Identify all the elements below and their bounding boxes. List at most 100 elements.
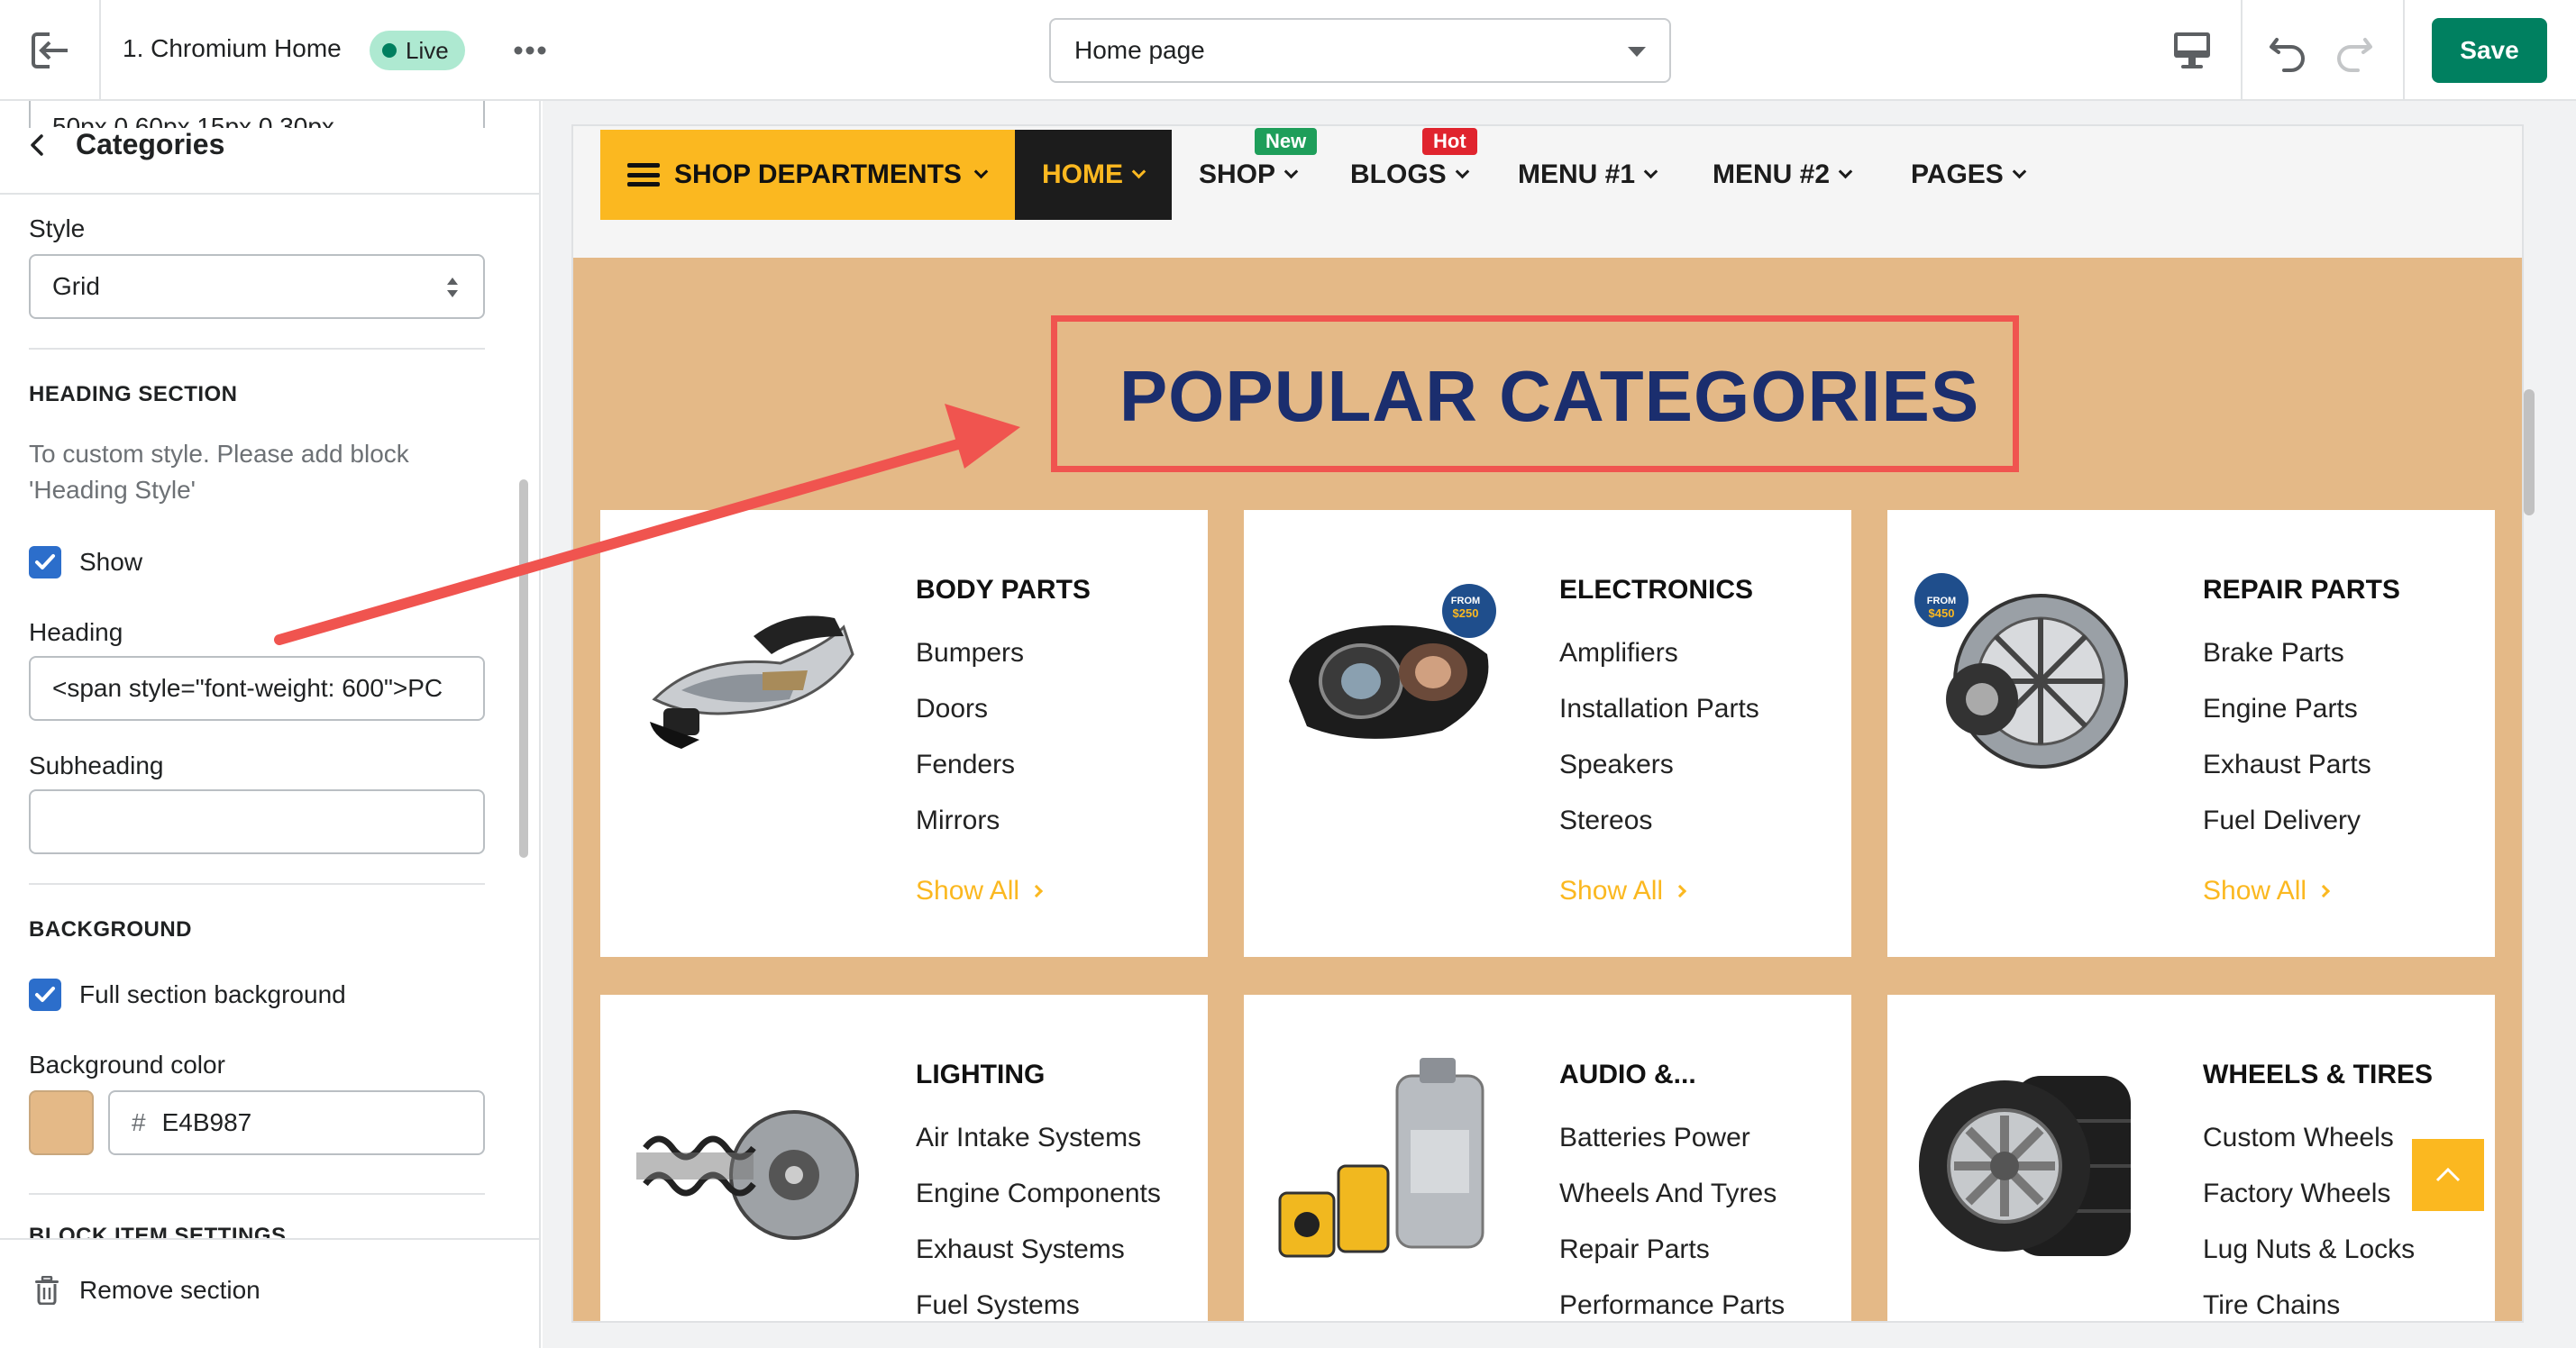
divider [29, 883, 485, 885]
nav-item-label: PAGES [1911, 159, 2004, 189]
nav-item-menu-1[interactable]: MENU #1 [1518, 130, 1658, 220]
checkmark-icon [35, 987, 55, 1002]
remove-section-button[interactable]: Remove section [34, 1276, 260, 1305]
redo-icon[interactable] [2331, 27, 2378, 74]
category-link[interactable]: Factory Wheels [2203, 1179, 2390, 1209]
price-tag-value: $250 [1452, 606, 1479, 620]
category-link[interactable]: Exhaust Parts [2203, 750, 2371, 780]
category-link[interactable]: Speakers [1559, 750, 1674, 780]
category-title: WHEELS & TIRES [2203, 1060, 2434, 1089]
category-link[interactable]: Engine Parts [2203, 694, 2358, 724]
preview-scrollbar[interactable] [2524, 389, 2535, 515]
chevron-left-icon [31, 133, 43, 156]
live-dot-icon [382, 43, 397, 58]
category-link[interactable]: Engine Components [916, 1179, 1161, 1209]
panel-title: Categories [76, 128, 225, 160]
category-link[interactable]: Fuel Delivery [2203, 806, 2361, 836]
show-all-link[interactable]: Show All [1559, 876, 1687, 906]
remove-section-label: Remove section [79, 1276, 260, 1304]
nav-item-label: HOME [1042, 159, 1123, 189]
style-select-value: Grid [52, 272, 100, 300]
page-select[interactable]: Home page [1049, 18, 1671, 83]
chevron-down-icon [1643, 164, 1658, 178]
divider [29, 1193, 485, 1195]
body-parts-image [650, 615, 854, 749]
heading-label: Heading [29, 618, 123, 646]
checkmark-icon [35, 554, 55, 569]
show-all-label: Show All [2203, 876, 2307, 906]
category-link[interactable]: Wheels And Tyres [1559, 1179, 1777, 1209]
nav-item-label: MENU #2 [1713, 159, 1831, 189]
audio-image [1278, 1058, 1484, 1258]
trash-icon [35, 1276, 59, 1305]
undo-icon[interactable] [2264, 27, 2311, 74]
category-link[interactable]: Amplifiers [1559, 638, 1678, 669]
background-color-input[interactable]: # E4B987 [108, 1090, 485, 1155]
category-link[interactable]: Fenders [916, 750, 1015, 780]
hash-icon: # [132, 1108, 146, 1136]
nav-item-pages[interactable]: PAGES [1911, 130, 2027, 220]
exit-icon [32, 31, 69, 70]
nav-item-label: MENU #1 [1518, 159, 1636, 189]
category-link[interactable]: Tire Chains [2203, 1290, 2340, 1321]
category-title: ELECTRONICS [1559, 575, 1754, 605]
desktop-icon[interactable] [2167, 29, 2217, 72]
chevron-down-icon [1628, 47, 1646, 57]
background-color-swatch[interactable] [29, 1090, 94, 1155]
category-link[interactable]: Mirrors [916, 806, 1000, 836]
more-actions-button[interactable] [510, 31, 550, 70]
full-background-checkbox[interactable] [29, 979, 61, 1011]
chevron-down-icon [2012, 164, 2027, 178]
back-to-categories[interactable]: Categories [29, 128, 516, 161]
save-button[interactable]: Save [2432, 18, 2547, 83]
exit-button[interactable] [0, 0, 101, 101]
subheading-input[interactable] [29, 789, 485, 854]
new-badge: New [1255, 128, 1318, 155]
category-link[interactable]: Fuel Systems [916, 1290, 1080, 1321]
chevron-right-icon [1674, 884, 1687, 898]
show-all-label: Show All [916, 876, 1020, 906]
select-arrows-icon [447, 278, 458, 297]
background-section-title: BACKGROUND [29, 917, 192, 942]
heading-help-text: To custom style. Please add block 'Headi… [29, 440, 409, 504]
sidebar-scrollbar[interactable] [519, 479, 528, 858]
category-link[interactable]: Exhaust Systems [916, 1234, 1125, 1265]
category-link[interactable]: Brake Parts [2203, 638, 2344, 669]
heading-input[interactable]: <span style="font-weight: 600">PC [29, 656, 485, 721]
nav-item-menu-2[interactable]: MENU #2 [1713, 130, 1853, 220]
wheels-tires-image [1919, 1076, 2131, 1256]
more-icon [514, 46, 546, 55]
category-link[interactable]: Stereos [1559, 806, 1652, 836]
chevron-down-icon [1131, 164, 1146, 178]
show-checkbox[interactable] [29, 546, 61, 578]
category-link[interactable]: Lug Nuts & Locks [2203, 1234, 2415, 1265]
style-select[interactable]: Grid [29, 254, 485, 319]
category-card-repair-parts: FROM $450 REPAIR PARTS Brake Parts Engin… [1887, 510, 2495, 957]
nav-item-home[interactable]: HOME [1015, 130, 1172, 220]
sidebar-footer: Remove section [0, 1238, 539, 1348]
scroll-to-top-button[interactable] [2412, 1139, 2484, 1211]
price-tag-value: $450 [1928, 606, 1955, 620]
category-card-wheels-tires: WHEELS & TIRES Custom Wheels Factory Whe… [1887, 995, 2495, 1321]
category-link[interactable]: Doors [916, 694, 988, 724]
settings-sidebar: 50px 0 60px,15px 0 30px Categories Style… [0, 101, 541, 1348]
category-card-audio: AUDIO &... Batteries Power Wheels And Ty… [1244, 995, 1851, 1321]
show-all-link[interactable]: Show All [916, 876, 1044, 906]
page-select-value: Home page [1074, 36, 1205, 64]
category-link[interactable]: Installation Parts [1559, 694, 1759, 724]
theme-title: 1. Chromium Home [123, 34, 342, 62]
category-link[interactable]: Bumpers [916, 638, 1024, 669]
background-color-value: E4B987 [161, 1108, 252, 1136]
category-link[interactable]: Batteries Power [1559, 1123, 1750, 1153]
category-link[interactable]: Performance Parts [1559, 1290, 1785, 1321]
category-link[interactable]: Repair Parts [1559, 1234, 1710, 1265]
show-all-link[interactable]: Show All [2203, 876, 2331, 906]
divider [29, 348, 485, 350]
category-link[interactable]: Custom Wheels [2203, 1123, 2394, 1153]
shop-departments-button[interactable]: SHOP DEPARTMENTS [600, 130, 1015, 220]
background-color-label: Background color [29, 1051, 225, 1079]
category-card-lighting: LIGHTING Air Intake Systems Engine Compo… [600, 995, 1208, 1321]
category-link[interactable]: Air Intake Systems [916, 1123, 1141, 1153]
heading-section-title: HEADING SECTION [29, 382, 238, 406]
electronics-image [1289, 584, 1496, 739]
